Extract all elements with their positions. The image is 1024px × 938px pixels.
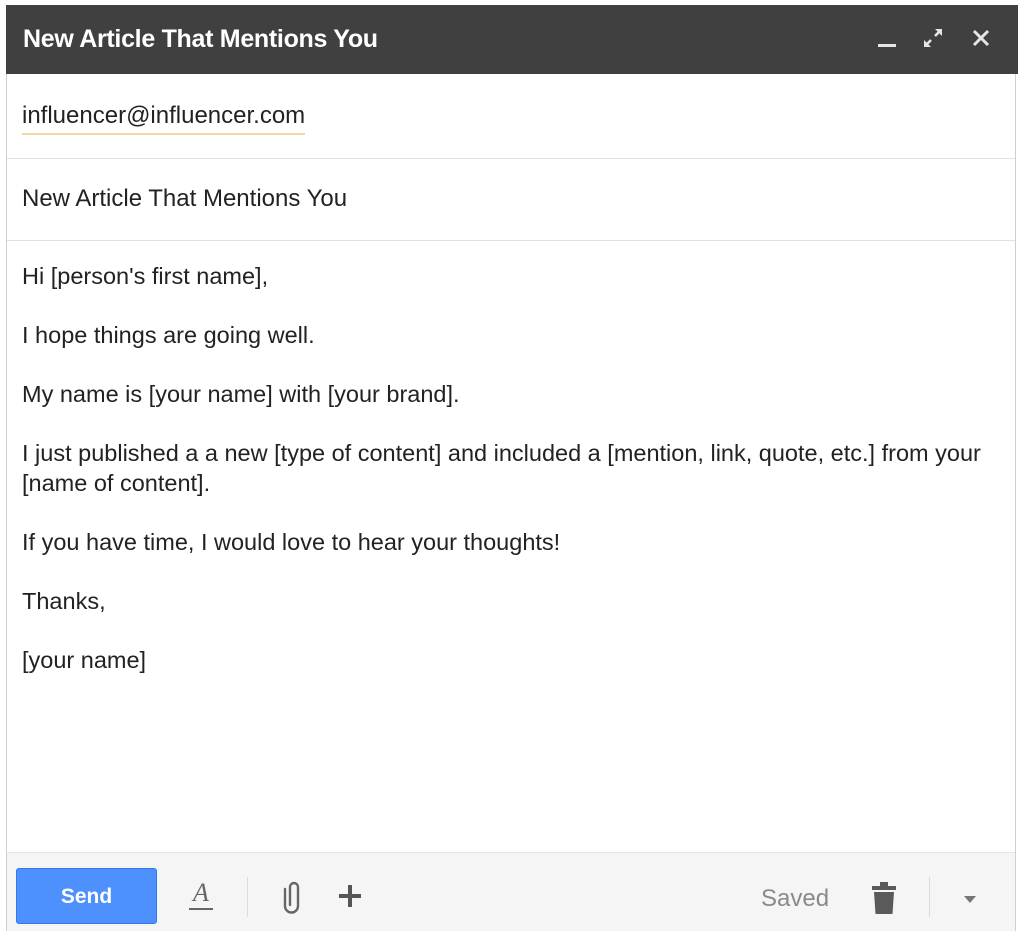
body-paragraph: [your name] [22, 647, 147, 673]
body-paragraph: I just published a a new [type of conten… [22, 440, 981, 496]
paperclip-icon[interactable] [281, 877, 307, 922]
body-paragraph: My name is [your name] with [your brand]… [22, 381, 460, 407]
body-paragraph: Thanks, [22, 588, 106, 614]
close-icon[interactable] [966, 23, 996, 53]
body-paragraph: If you have time, I would love to hear y… [22, 529, 561, 555]
recipient-chip[interactable]: influencer@influencer.com [22, 102, 306, 135]
compose-title: New Article That Mentions You [23, 25, 378, 53]
compose-window: New Article That Mentions You influencer… [6, 5, 1018, 931]
send-button[interactable]: Send [16, 868, 157, 924]
subject-text[interactable]: New Article That Mentions You [22, 185, 347, 213]
svg-text:A: A [191, 878, 209, 907]
subject-field[interactable]: New Article That Mentions You [7, 158, 1015, 241]
body-paragraph: Hi [person's first name], [22, 263, 269, 289]
trash-icon[interactable] [871, 881, 897, 920]
toolbar-separator [929, 877, 930, 917]
chevron-down-icon[interactable] [961, 893, 979, 911]
plus-icon[interactable] [337, 883, 363, 914]
compose-titlebar[interactable]: New Article That Mentions You [6, 5, 1018, 74]
text-format-icon[interactable]: A [185, 875, 217, 920]
body-paragraph: I hope things are going well. [22, 322, 315, 348]
compose-toolbar: Send A Saved [7, 852, 1015, 931]
saved-status: Saved [761, 885, 830, 912]
minimize-icon[interactable] [872, 23, 902, 53]
toolbar-separator [247, 877, 248, 917]
expand-icon[interactable] [918, 23, 948, 53]
to-field[interactable]: influencer@influencer.com [7, 74, 1015, 159]
message-body[interactable]: Hi [person's first name], I hope things … [22, 261, 997, 704]
